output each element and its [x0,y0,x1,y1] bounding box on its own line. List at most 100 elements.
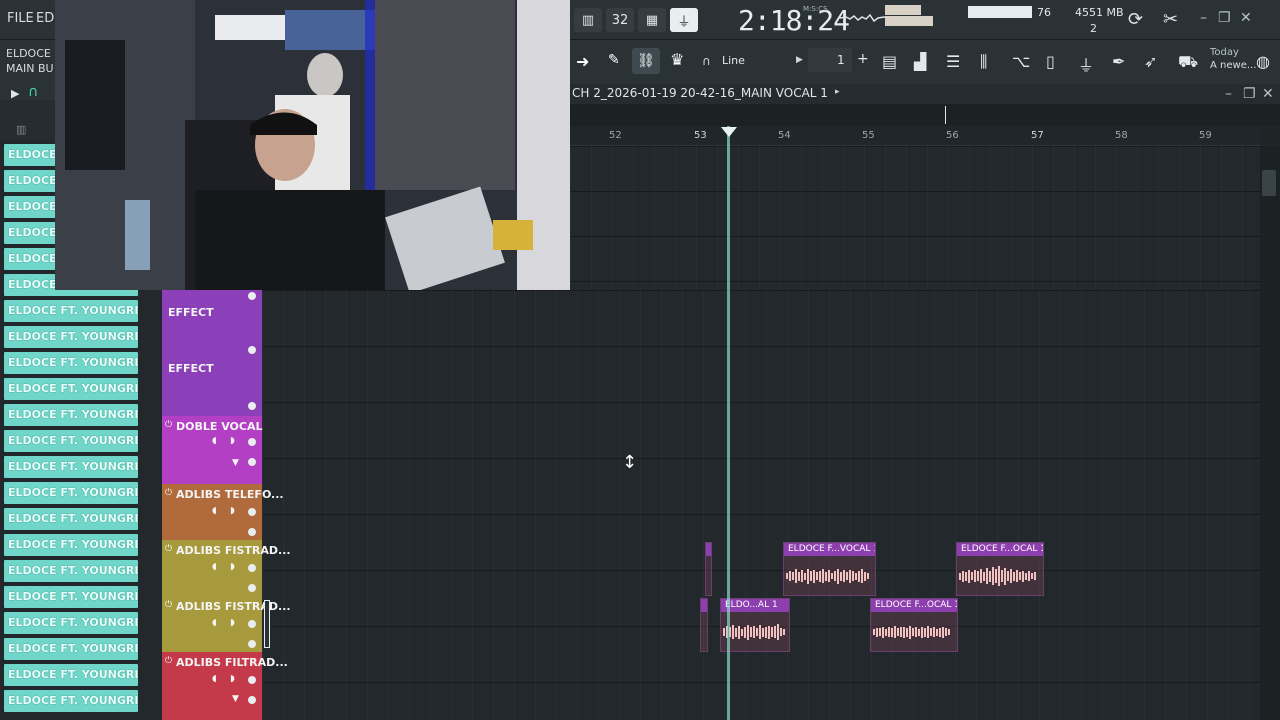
cut-tool-icon[interactable]: ✂ [1163,9,1178,30]
playlist-restore-icon[interactable]: ❐ [1243,86,1256,102]
browser-item[interactable]: ELDOCE FT. YOUNGRICH 2... [4,404,138,426]
track-dot[interactable] [248,292,256,300]
arrow-right-icon[interactable]: ➜ [576,52,589,71]
power-icon[interactable]: ⏻ [165,420,172,430]
browser-item[interactable]: ELDOCE FT. YOUNGRICH 2... [4,612,138,634]
restore-icon[interactable]: ❐ [1218,10,1231,26]
playlist-close-icon[interactable]: ✕ [1262,86,1274,102]
power-icon[interactable]: ⏻ [165,600,172,610]
file-menu[interactable]: FILE [7,11,34,26]
mute-icon[interactable]: ◖ [212,562,217,572]
magnet-icon[interactable]: ∩ [702,54,711,68]
browser-item[interactable]: ELDOCE FT. YOUNGRICH 2... [4,508,138,530]
track-header-adlibs-fistrad-2[interactable]: ADLIBS FISTRAD... ⏻ ◖ ◗ [162,596,291,652]
browser-item[interactable]: ELDOCE FT. YOUNGRICH 2... [4,378,138,400]
file-icon[interactable]: ▯ [1046,52,1055,71]
track-header-effect-1[interactable]: EFFECT [162,290,262,348]
browser-item[interactable]: ELDOCE FT. YOUNGRICH 2... [4,300,138,322]
cart-icon[interactable]: ⛟ [1178,52,1198,73]
browser-item[interactable]: ELDOCE FT. YOUNGRICH 2... [4,638,138,660]
graph-icon[interactable]: ⌥ [1012,52,1030,71]
browser-item[interactable]: ELDOCE FT. YOUNGRICH 2... [4,430,138,452]
collapse-icon[interactable]: ▼ [232,458,239,468]
mute-icon[interactable]: ◖ [212,506,217,516]
channel-rack-icon[interactable]: ☰ [946,52,960,71]
step-seq-icon[interactable]: ▟ [914,52,926,71]
play-arrow-icon[interactable]: ▶ [11,87,19,100]
plugin-icon[interactable]: ⏚ [1078,52,1094,76]
track-grid-upper[interactable] [570,146,1260,290]
tempo-icon[interactable]: 32 [606,8,634,32]
playhead-marker-icon[interactable] [721,127,737,137]
refresh-icon[interactable]: ⟳ [1128,9,1143,30]
speaker-icon[interactable]: ◗ [230,436,235,446]
minimize-icon[interactable]: – [1200,10,1207,26]
track-dot[interactable] [248,564,256,572]
speaker-icon[interactable]: ◗ [230,618,235,628]
track-dot[interactable] [248,402,256,410]
audio-clip[interactable]: ELDOCE F...OCAL 1 [870,598,958,652]
speaker-icon[interactable]: ◗ [230,562,235,572]
track-resize-handle[interactable] [264,600,270,648]
timeline-ruler[interactable] [570,126,1260,146]
track-header-effect-2[interactable]: EFFECT [162,346,262,416]
collapse-icon[interactable]: ▼ [232,694,239,704]
mute-icon[interactable]: ◖ [212,674,217,684]
track-header-doble-vocal[interactable]: DOBLE VOCAL ⏻ ◖ ◗ ▼ [162,416,263,484]
step-field[interactable] [808,48,852,72]
close-icon[interactable]: ✕ [1240,10,1252,26]
track-dot[interactable] [248,458,256,466]
power-icon[interactable]: ⏻ [165,656,172,666]
song-overview[interactable] [570,104,1280,126]
playlist-icon[interactable]: ▤ [882,52,897,71]
playlist-view-icon[interactable]: ▥ [574,8,602,32]
audio-clip[interactable]: ELDOCE F...OCAL 1 [956,542,1044,596]
scrollbar-thumb[interactable] [1262,170,1276,196]
track-header-adlibs-fistrad-1[interactable]: ADLIBS FISTRAD... ⏻ ◖ ◗ [162,540,291,596]
vertical-scrollbar[interactable] [1260,146,1280,720]
mute-icon[interactable]: ◖ [212,436,217,446]
piano-icon[interactable]: ▦ [638,8,666,32]
track-dot[interactable] [248,584,256,592]
audio-clip[interactable] [700,598,708,652]
power-icon[interactable]: ⏻ [165,544,172,554]
browser-item[interactable]: ELDOCE FT. YOUNGRICH 2... [4,482,138,504]
pen-icon[interactable]: ✒ [1112,52,1125,71]
mixer-faders-icon[interactable]: ⫼ [980,52,987,72]
browser-item[interactable]: ELDOCE FT. YOUNGRICH 2... [4,560,138,582]
time-format-label[interactable]: M:S:CS [803,5,828,13]
mixer-icon[interactable]: ⏚ [670,8,698,32]
title-arrow-icon[interactable]: ▸ [835,87,840,97]
globe-icon[interactable]: ◍ [1256,52,1270,71]
news-text[interactable]: A newe... [1210,60,1256,71]
browser-item[interactable]: ELDOCE FT. YOUNGRICH 2... [4,534,138,556]
track-dot[interactable] [248,528,256,536]
audio-clip[interactable] [705,542,712,596]
play-small-icon[interactable]: ▶ [796,55,803,65]
stamp-icon[interactable]: ♛ [670,50,684,69]
browser-item[interactable]: ELDOCE FT. YOUNGRICH 2... [4,664,138,686]
browser-item[interactable]: ELDOCE FT. YOUNGRICH 2... [4,456,138,478]
draw-icon[interactable]: ✎ [608,52,620,68]
track-dot[interactable] [248,676,256,684]
speaker-icon[interactable]: ◗ [230,674,235,684]
browser-item[interactable]: ELDOCE FT. YOUNGRICH 2... [4,690,138,712]
snap-select[interactable]: Line [722,54,745,67]
browser-item[interactable]: ELDOCE FT. YOUNGRICH 2... [4,352,138,374]
track-header-adlibs-telefono[interactable]: ADLIBS TELEFO... ⏻ ◖ ◗ [162,484,284,540]
track-dot[interactable] [248,508,256,516]
brush-icon[interactable]: ➶ [1144,52,1157,71]
track-dot[interactable] [248,620,256,628]
browser-grid-icon[interactable]: ▥ [16,123,26,136]
speaker-icon[interactable]: ◗ [230,506,235,516]
power-icon[interactable]: ⏻ [165,488,172,498]
mute-icon[interactable]: ◖ [212,618,217,628]
track-dot[interactable] [248,438,256,446]
audio-clip[interactable]: ELDO...AL 1 [720,598,790,652]
track-grid[interactable] [262,290,1260,720]
playlist-minimize-icon[interactable]: – [1225,86,1232,102]
track-dot[interactable] [248,696,256,704]
link-icon[interactable]: ⛓ [632,48,660,74]
track-dot[interactable] [248,346,256,354]
audio-clip[interactable]: ELDOCE F...VOCAL 1 [783,542,876,596]
